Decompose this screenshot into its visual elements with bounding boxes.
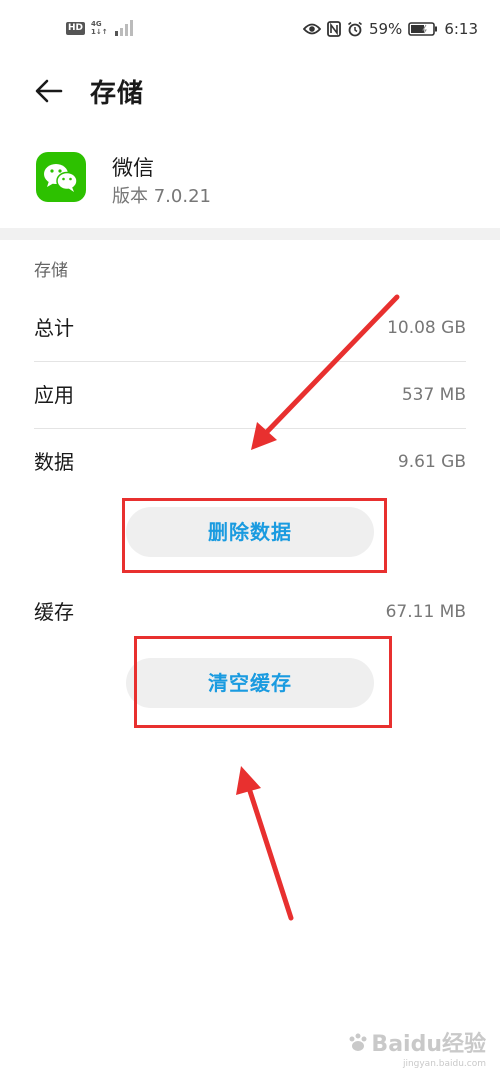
battery-icon: [408, 22, 438, 36]
row-label: 数据: [34, 450, 74, 474]
storage-row-app: 应用 537 MB: [34, 362, 466, 428]
row-label: 应用: [34, 383, 74, 407]
watermark-main: Baidu经验: [347, 1026, 486, 1058]
row-label: 总计: [34, 316, 74, 340]
hd-badge: HD: [66, 21, 86, 35]
row-value: 9.61 GB: [397, 452, 466, 472]
nfc-icon: [327, 21, 341, 37]
arrow-pointing-up: [236, 766, 294, 921]
watermark: Baidu经验 jingyan.baidu.com: [347, 1026, 486, 1069]
paw-icon: [349, 1033, 367, 1051]
status-bar: HD 4G 1↓↑ 59% 6:13: [0, 0, 500, 62]
storage-row-data: 数据 9.61 GB: [34, 429, 466, 495]
network-type: 4G: [91, 20, 102, 28]
status-bar-left: HD 4G 1↓↑: [66, 20, 136, 36]
page-title: 存储: [90, 79, 145, 109]
app-bar: 存储: [0, 62, 500, 124]
clock: 6:13: [444, 20, 478, 38]
row-value: 537 MB: [401, 385, 466, 405]
storage-section-label: 存储: [34, 261, 68, 281]
network-indicator: 4G 1↓↑: [91, 20, 108, 36]
watermark-url: jingyan.baidu.com: [402, 1059, 486, 1069]
row-label: 缓存: [34, 600, 74, 624]
storage-row-total: 总计 10.08 GB: [34, 295, 466, 361]
section-divider: [0, 228, 500, 240]
highlight-box-clear-cache: [134, 636, 392, 728]
network-sub: 1↓↑: [91, 28, 108, 36]
watermark-text: Baidu经验: [371, 1032, 486, 1057]
signal-icon: [114, 20, 133, 36]
app-info: 微信 版本 7.0.21: [0, 140, 500, 228]
battery-percent: 59%: [368, 20, 403, 38]
eye-icon: [302, 23, 321, 35]
highlight-box-delete-data: [122, 498, 387, 573]
app-version: 版本 7.0.21: [112, 186, 211, 207]
wechat-glyph: [44, 164, 78, 192]
status-bar-right: 59% 6:13: [302, 20, 478, 38]
row-value: 10.08 GB: [387, 318, 466, 338]
alarm-icon: [347, 21, 362, 37]
row-value: 67.11 MB: [385, 602, 466, 622]
back-arrow-icon[interactable]: [34, 76, 64, 106]
wechat-icon: [36, 152, 86, 202]
app-name: 微信: [112, 156, 154, 180]
